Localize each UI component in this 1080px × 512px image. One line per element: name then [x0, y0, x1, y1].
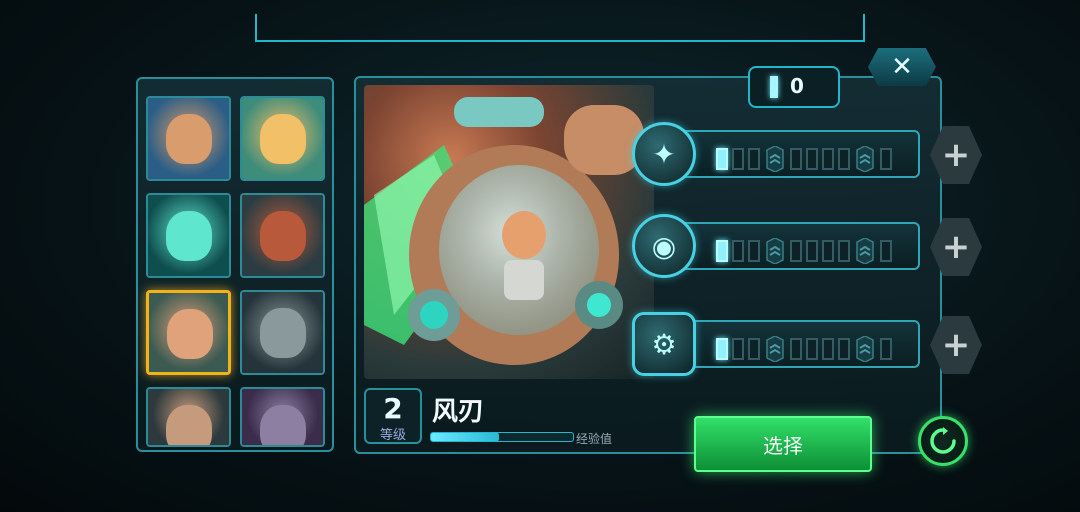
token-counter: 0: [748, 66, 840, 108]
skill-pip: [748, 240, 760, 262]
skill-pip: [880, 338, 892, 360]
portrait-face: [260, 405, 306, 445]
skill-pip: [838, 148, 850, 170]
roster-portrait-gorilla[interactable]: [240, 290, 325, 375]
close-icon: ✕: [891, 52, 913, 82]
refresh-icon: [930, 427, 956, 454]
portrait-face: [260, 211, 306, 261]
level-badge: 2 等级: [364, 388, 422, 444]
skill-pip: [822, 148, 834, 170]
portrait-face: [166, 211, 212, 261]
skill-pip: [732, 240, 744, 262]
select-button[interactable]: 选择: [694, 416, 872, 472]
skill-pip: [838, 240, 850, 262]
skill-pip: [716, 148, 728, 170]
skill-row: ⚙: [632, 312, 920, 376]
counter-bar: [770, 76, 778, 98]
skill-pip: [732, 338, 744, 360]
roster-portrait-soldier-hero[interactable]: [146, 96, 231, 181]
level-label: 等级: [379, 428, 406, 443]
skill-pip: [806, 148, 818, 170]
skill-pip: [822, 338, 834, 360]
level-number: 2: [383, 392, 403, 425]
skill-pip: [716, 240, 728, 262]
rank-chevron-icon: [854, 237, 876, 265]
roster-portrait-spirit-bear[interactable]: [146, 193, 231, 278]
rank-chevron-icon: [854, 145, 876, 173]
skill-level-track: [668, 320, 920, 368]
skill-pip: [880, 148, 892, 170]
top-frame-bar: [255, 14, 865, 42]
portrait-face: [260, 114, 306, 164]
close-button[interactable]: ✕: [868, 48, 936, 86]
plus-icon: +: [941, 325, 971, 365]
spirit-beast-icon[interactable]: ✦: [632, 122, 696, 186]
plus-icon: +: [941, 227, 971, 267]
portrait-face: [167, 309, 213, 359]
skill-pip: [806, 240, 818, 262]
skill-pip: [716, 338, 728, 360]
capsule-icon[interactable]: ◉: [632, 214, 696, 278]
select-label: 选择: [763, 433, 803, 458]
skill-pip: [806, 338, 818, 360]
portrait-face: [166, 114, 212, 164]
portrait-face: [166, 405, 212, 445]
skill-row: ✦: [632, 122, 920, 186]
skill-row: ◉: [632, 214, 920, 278]
skill-pip: [838, 338, 850, 360]
roster-portrait-blonde-hero[interactable]: [240, 96, 325, 181]
mech-robot-icon[interactable]: ⚙: [632, 312, 696, 376]
counter-value: 0: [790, 74, 804, 98]
skill-pip: [748, 148, 760, 170]
switch-hero-button[interactable]: [918, 416, 968, 466]
xp-bar: [430, 432, 574, 442]
skill-level-track: [668, 222, 920, 270]
skill-level-track: [668, 130, 920, 178]
xp-fill: [431, 433, 500, 441]
plus-icon: +: [941, 135, 971, 175]
skill-pip: [732, 148, 744, 170]
skill-pip: [822, 240, 834, 262]
hero-name: 风刃: [432, 397, 485, 427]
roster-portrait-grey-hair-hero[interactable]: [146, 387, 231, 447]
rank-chevron-icon: [764, 335, 786, 363]
rank-chevron-icon: [764, 237, 786, 265]
roster-portrait-red-robot[interactable]: [240, 193, 325, 278]
hero-artwork: [364, 85, 654, 379]
skill-pip: [880, 240, 892, 262]
roster-portrait-capsule-pilot[interactable]: [146, 290, 231, 375]
skill-pip: [790, 240, 802, 262]
skill-pip: [748, 338, 760, 360]
rank-chevron-icon: [764, 145, 786, 173]
skill-pip: [790, 338, 802, 360]
xp-label: 经验值: [576, 432, 613, 446]
rank-chevron-icon: [854, 335, 876, 363]
portrait-face: [260, 308, 306, 358]
skill-pip: [790, 148, 802, 170]
roster-portrait-stone-golem[interactable]: [240, 387, 325, 447]
